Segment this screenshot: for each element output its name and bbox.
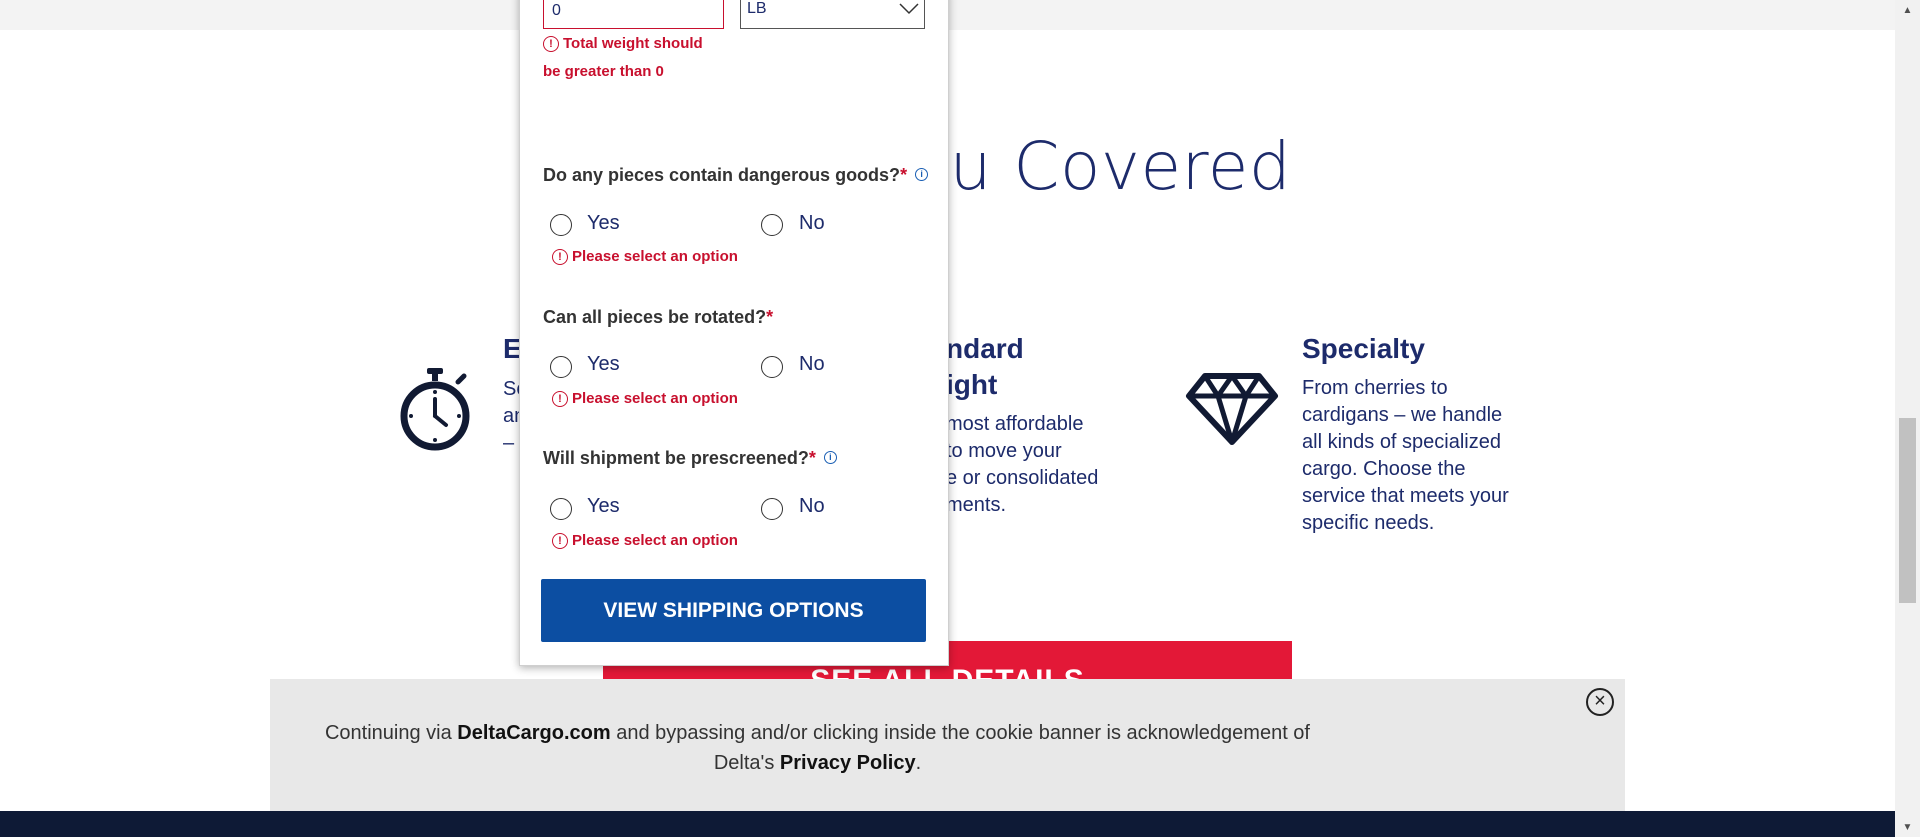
- chevron-down-icon: [899, 3, 919, 15]
- feature-text-line: all kinds of specialized: [1302, 431, 1501, 453]
- weight-unit-value: LB: [747, 0, 767, 17]
- question-label: Can all pieces be rotated?: [543, 307, 767, 327]
- required-mark: *: [766, 307, 774, 327]
- question-prescreened: Will shipment be prescreened?* i: [543, 448, 837, 469]
- feature-heading-specialty: Specialty: [1302, 333, 1425, 364]
- cookie-text-part: and bypassing and/or clicking inside the…: [610, 722, 1310, 744]
- error-circle-icon: !: [552, 533, 568, 550]
- weight-unit-select[interactable]: LB: [740, 0, 925, 29]
- cookie-text-line-2: Delta's Privacy Policy.: [270, 748, 1365, 778]
- feature-heading-line: ight: [946, 369, 998, 400]
- privacy-policy-link[interactable]: Privacy Policy: [780, 752, 916, 774]
- radio-label-no[interactable]: No: [799, 353, 825, 376]
- scroll-up-arrow-icon[interactable]: ▲: [1895, 0, 1920, 20]
- radio-label-yes[interactable]: Yes: [587, 212, 620, 235]
- error-text: Please select an option: [572, 532, 738, 549]
- question-label: Will shipment be prescreened?: [543, 448, 809, 468]
- feature-text-line: service that meets your: [1302, 485, 1509, 507]
- info-icon[interactable]: i: [915, 168, 929, 181]
- weight-error-line: ! Total weight should: [543, 30, 703, 58]
- weight-error-text: be greater than 0: [543, 63, 664, 80]
- prescreened-no-radio[interactable]: [761, 498, 783, 520]
- dangerous-goods-no-radio[interactable]: [761, 214, 783, 236]
- feature-text-line: specific needs.: [1302, 512, 1435, 534]
- error-text: Please select an option: [572, 390, 738, 407]
- radio-label-no[interactable]: No: [799, 212, 825, 235]
- feature-text-line: to move your: [946, 440, 1062, 462]
- feature-text-specialty: From cherries to cardigans – we handle a…: [1302, 375, 1509, 537]
- stopwatch-icon: [400, 368, 470, 451]
- radio-label-yes[interactable]: Yes: [587, 353, 620, 376]
- rotated-no-radio[interactable]: [761, 356, 783, 378]
- required-mark: *: [900, 165, 908, 185]
- feature-text-line: cardigans – we handle: [1302, 404, 1503, 426]
- feature-text-standard: most affordable to move your e or consol…: [946, 411, 1098, 519]
- shipping-form-panel: [519, 0, 949, 666]
- feature-text-line: cargo. Choose the: [1302, 458, 1466, 480]
- feature-heading-line: ndard: [946, 333, 1024, 364]
- total-weight-input[interactable]: 0: [543, 0, 724, 29]
- scrollbar[interactable]: ▲ ▼: [1895, 0, 1920, 837]
- footer-bar: [0, 811, 1895, 837]
- required-mark: *: [808, 448, 816, 468]
- info-icon[interactable]: i: [823, 451, 837, 464]
- feature-heading-standard: ndard ight: [946, 331, 1024, 403]
- scroll-down-arrow-icon[interactable]: ▼: [1895, 817, 1920, 837]
- close-icon[interactable]: ×: [1586, 688, 1614, 716]
- radio-label-no[interactable]: No: [799, 495, 825, 518]
- view-shipping-options-button[interactable]: VIEW SHIPPING OPTIONS: [541, 579, 926, 642]
- feature-text-line: ments.: [946, 494, 1007, 516]
- feature-text-line: most affordable: [946, 413, 1084, 435]
- feature-text-line: From cherries to: [1302, 377, 1448, 399]
- feature-text-line: e or consolidated: [946, 467, 1099, 489]
- error-circle-icon: !: [552, 391, 568, 408]
- question-dangerous-goods: Do any pieces contain dangerous goods?* i: [543, 165, 929, 186]
- dangerous-goods-yes-radio[interactable]: [550, 214, 572, 236]
- cookie-brand-link[interactable]: DeltaCargo.com: [457, 722, 610, 744]
- error-text: Please select an option: [572, 248, 738, 265]
- cookie-banner-text: Continuing via DeltaCargo.com and bypass…: [270, 718, 1365, 778]
- rotated-yes-radio[interactable]: [550, 356, 572, 378]
- weight-error-text: Total weight should: [563, 35, 703, 52]
- question-rotated: Can all pieces be rotated?*: [543, 307, 773, 328]
- question-label: Do any pieces contain dangerous goods?: [543, 165, 901, 185]
- rotated-error: ! Please select an option: [552, 385, 738, 413]
- dangerous-goods-error: ! Please select an option: [552, 243, 738, 271]
- cookie-banner[interactable]: Continuing via DeltaCargo.com and bypass…: [270, 679, 1625, 819]
- cookie-text-line-1: Continuing via DeltaCargo.com and bypass…: [270, 718, 1365, 748]
- scrollbar-thumb[interactable]: [1899, 418, 1916, 603]
- error-circle-icon: !: [543, 36, 559, 53]
- weight-error: ! Total weight should be greater than 0: [543, 30, 703, 86]
- cookie-text-part: Delta's: [713, 752, 780, 774]
- prescreened-error: ! Please select an option: [552, 527, 738, 555]
- radio-label-yes[interactable]: Yes: [587, 495, 620, 518]
- diamond-icon: [1186, 373, 1278, 445]
- cookie-text-part: Continuing via: [324, 722, 458, 744]
- prescreened-yes-radio[interactable]: [550, 498, 572, 520]
- cookie-text-part: .: [915, 752, 922, 774]
- error-circle-icon: !: [552, 249, 568, 266]
